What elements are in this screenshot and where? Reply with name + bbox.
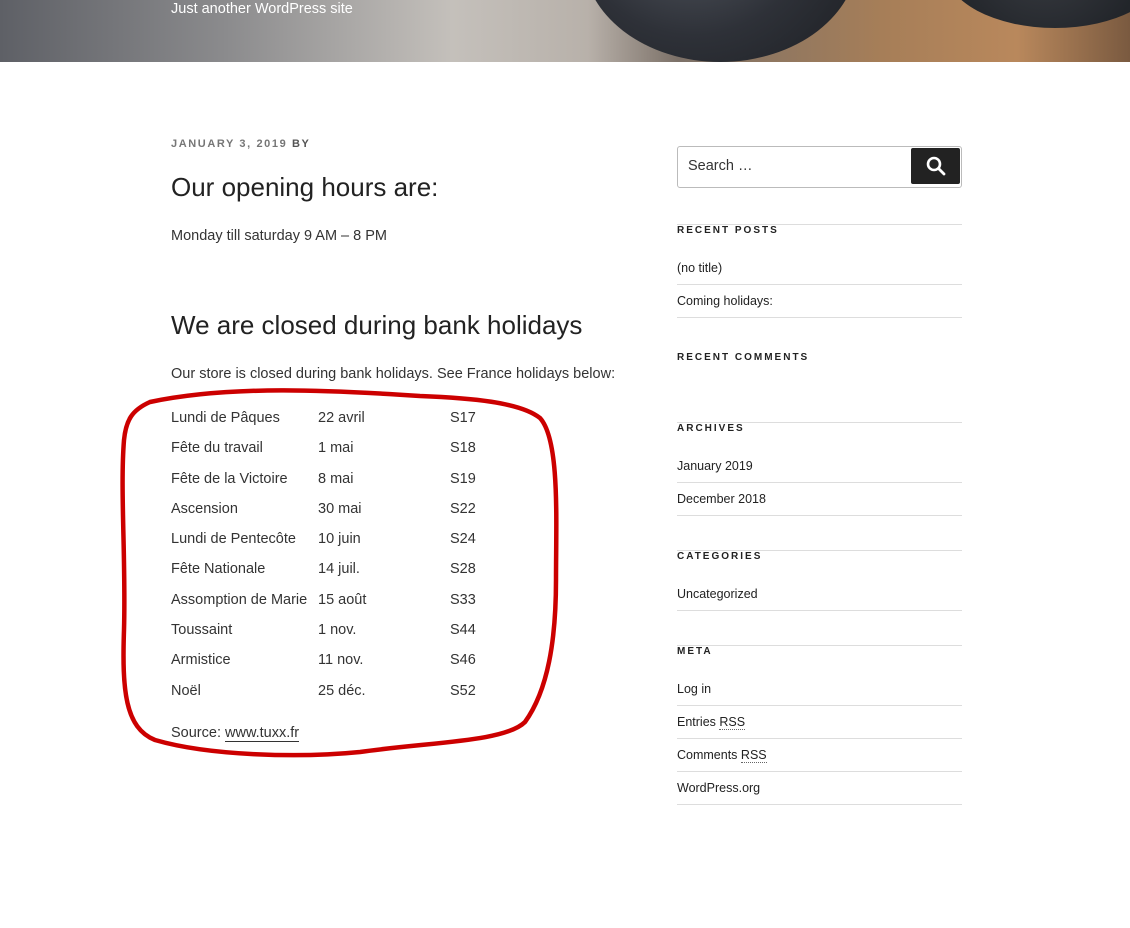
holiday-date: 11 nov. [318, 652, 364, 669]
sidebar: RECENT POSTS (no title) Coming holidays:… [677, 146, 962, 805]
widget-title-text: META [677, 646, 713, 657]
holiday-week: S28 [450, 561, 476, 578]
holiday-date: 10 juin [318, 531, 361, 548]
holiday-week: S52 [450, 682, 476, 699]
comments-rss-link[interactable]: Comments [677, 748, 737, 762]
widget-title: ARCHIVES [677, 422, 962, 434]
post-content: JANUARY 3, 2019 BY Our opening hours are… [171, 138, 641, 742]
holiday-date: 1 mai [318, 440, 354, 457]
holiday-date: 15 août [318, 591, 367, 608]
source-label: Source: [171, 725, 221, 741]
list-item[interactable]: Entries RSS [677, 706, 962, 739]
holiday-week: S19 [450, 470, 476, 487]
widget-archives: ARCHIVES January 2019 December 2018 [677, 422, 962, 516]
widget-title: META [677, 645, 962, 657]
list-item[interactable]: WordPress.org [677, 772, 962, 805]
holiday-date: 30 mai [318, 500, 362, 517]
widget-title: RECENT COMMENTS [677, 352, 962, 363]
holidays-intro: Our store is closed during bank holidays… [171, 366, 616, 382]
holiday-date: 22 avril [318, 410, 365, 426]
holiday-week: S46 [450, 652, 476, 669]
search-form [677, 146, 962, 188]
holiday-name: Lundi de Pâques [171, 410, 280, 426]
widget-title-text: CATEGORIES [677, 551, 763, 562]
opening-hours-text: Monday till saturday 9 AM – 8 PM [171, 228, 387, 244]
holiday-date: 25 déc. [318, 682, 366, 699]
widget-recent-comments: RECENT COMMENTS [677, 352, 962, 363]
holiday-date: 1 nov. [318, 622, 357, 639]
holiday-name: Fête du travail [171, 440, 263, 457]
search-button[interactable] [911, 148, 960, 184]
rss-abbr: RSS [740, 748, 767, 763]
widget-meta: META Log in Entries RSS Comments RSS Wor… [677, 645, 962, 805]
post-title: Our opening hours are: [171, 172, 439, 202]
holiday-name: Lundi de Pentecôte [171, 531, 296, 548]
category-link[interactable]: Uncategorized [677, 587, 758, 601]
holiday-name: Fête Nationale [171, 561, 266, 578]
list-item[interactable]: Coming holidays: [677, 285, 962, 318]
post-date[interactable]: JANUARY 3, 2019 [171, 138, 287, 150]
holiday-name: Fête de la Victoire [171, 470, 288, 487]
post-author-prefix: BY [291, 138, 311, 150]
search-input[interactable] [678, 147, 908, 185]
holiday-date: 8 mai [318, 470, 354, 487]
archive-link[interactable]: January 2019 [677, 459, 753, 473]
login-link[interactable]: Log in [677, 682, 711, 696]
widget-title-text: RECENT COMMENTS [677, 352, 810, 363]
site-header: Just another WordPress site [0, 0, 1130, 62]
holidays-heading: We are closed during bank holidays [171, 310, 583, 340]
widget-title-text: ARCHIVES [677, 423, 745, 434]
holiday-week: S17 [450, 410, 476, 426]
list-item[interactable]: Comments RSS [677, 739, 962, 772]
header-image-shape [945, 0, 1130, 28]
wordpress-link[interactable]: WordPress.org [677, 781, 760, 795]
list-item[interactable]: Log in [677, 673, 962, 706]
archive-link[interactable]: December 2018 [677, 492, 766, 506]
holiday-name: Ascension [171, 500, 238, 517]
post-meta: JANUARY 3, 2019 BY [171, 138, 641, 150]
holiday-week: S18 [450, 440, 476, 457]
widget-recent-posts: RECENT POSTS (no title) Coming holidays: [677, 224, 962, 318]
holiday-name: Assomption de Marie [171, 591, 308, 608]
widget-categories: CATEGORIES Uncategorized [677, 550, 962, 611]
header-image-shape [583, 0, 858, 62]
widget-title: CATEGORIES [677, 550, 962, 562]
holiday-week: S24 [450, 531, 476, 548]
recent-post-link[interactable]: (no title) [677, 261, 722, 275]
holiday-name: Armistice [171, 652, 231, 669]
holiday-week: S33 [450, 591, 476, 608]
source-link[interactable]: www.tuxx.fr [225, 725, 300, 742]
search-icon [926, 156, 945, 176]
recent-post-link[interactable]: Coming holidays: [677, 294, 773, 308]
widget-title: RECENT POSTS [677, 224, 962, 236]
list-item[interactable]: January 2019 [677, 450, 962, 483]
entries-rss-link[interactable]: Entries [677, 715, 716, 729]
list-item[interactable]: (no title) [677, 252, 962, 285]
list-item[interactable]: December 2018 [677, 483, 962, 516]
holiday-week: S22 [450, 500, 476, 517]
site-tagline: Just another WordPress site [171, 1, 353, 17]
list-item[interactable]: Uncategorized [677, 578, 962, 611]
holiday-name: Noël [171, 682, 201, 699]
widget-title-text: RECENT POSTS [677, 225, 779, 236]
source-line: Source: www.tuxx.fr [171, 725, 300, 742]
holiday-date: 14 juil. [318, 561, 360, 578]
holiday-name: Toussaint [171, 622, 233, 639]
rss-abbr: RSS [719, 715, 746, 730]
holiday-week: S44 [450, 622, 476, 639]
